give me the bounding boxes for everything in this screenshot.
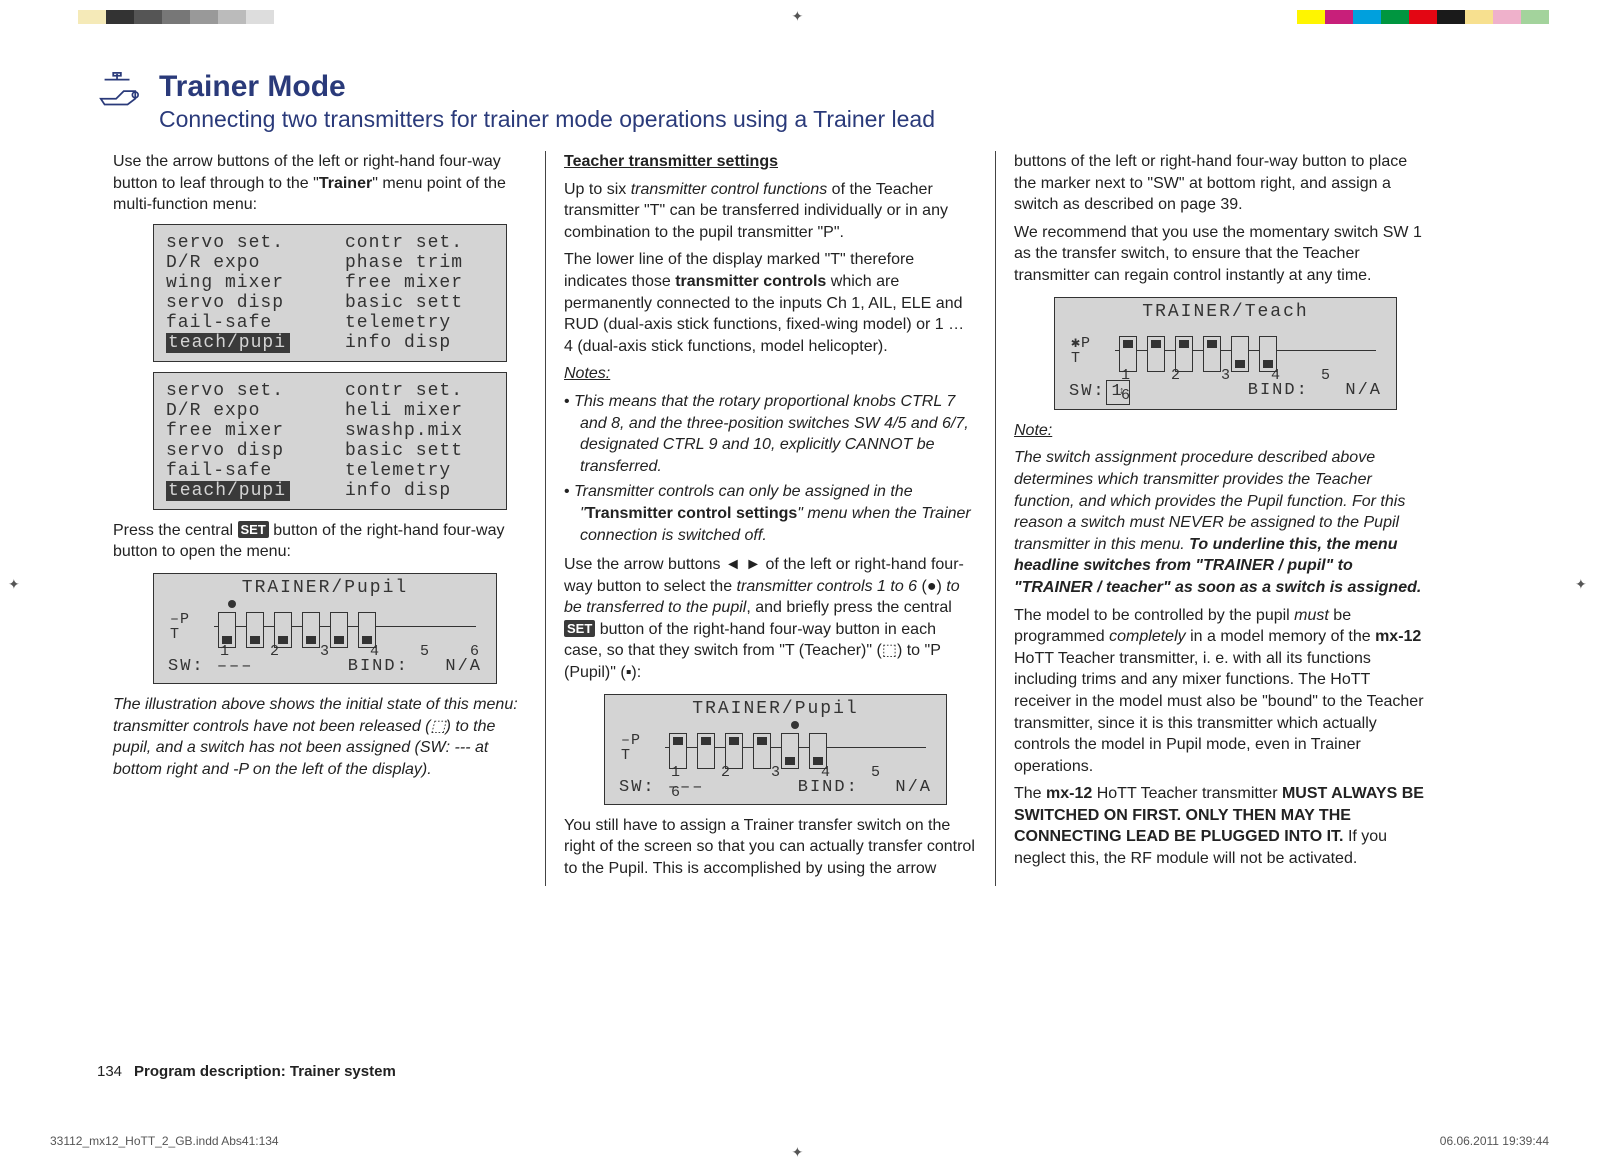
lcd-screenshot-pupil-switched: TRAINER/Pupil –P T 1 2 3 4 5 6 SW: ––– B… — [604, 694, 947, 805]
menu-item: servo disp — [166, 441, 315, 461]
color-bar-left — [50, 10, 302, 24]
color-bar-right — [1297, 10, 1549, 24]
menu-item: basic sett — [345, 441, 494, 461]
menu-item: contr set. — [345, 381, 494, 401]
menu-item-highlighted: teach/pupi — [166, 333, 290, 353]
page-subtitle: Connecting two transmitters for trainer … — [159, 106, 935, 133]
menu-item: D/R expo — [166, 253, 315, 273]
notes-list: This means that the rotary proportional … — [564, 391, 977, 546]
menu-item: servo set. — [166, 381, 315, 401]
color-swatch — [1297, 10, 1325, 24]
color-swatch — [162, 10, 190, 24]
color-swatch — [134, 10, 162, 24]
color-swatch — [50, 10, 78, 24]
col3-p3: The mx-12 HoTT Teacher transmitter MUST … — [1014, 783, 1427, 869]
color-swatch — [1409, 10, 1437, 24]
lcd-screenshot-pupil-initial: TRAINER/Pupil –P T 1 2 3 4 5 6 SW: ––– B… — [153, 573, 497, 684]
initial-state-note: The illustration above shows the initial… — [113, 694, 527, 780]
menu-item: free mixer — [345, 273, 494, 293]
page-title: Trainer Mode — [159, 70, 935, 104]
menu-item: contr set. — [345, 233, 494, 253]
menu-item: teach/pupi — [166, 333, 315, 353]
set-badge-icon: SET — [564, 620, 595, 638]
menu-item: telemetry — [345, 461, 494, 481]
press-set-text: Press the central SET button of the righ… — [113, 520, 527, 563]
menu-item-highlighted: teach/pupi — [166, 481, 290, 501]
menu-item: fail-safe — [166, 313, 315, 333]
menu-item: servo disp — [166, 293, 315, 313]
menu-item: free mixer — [166, 421, 315, 441]
registration-mark-icon: ✦ — [8, 576, 24, 592]
registration-mark-icon: ✦ — [792, 8, 808, 24]
color-swatch — [218, 10, 246, 24]
menu-item: basic sett — [345, 293, 494, 313]
registration-mark-icon: ✦ — [1575, 576, 1591, 592]
notes-heading: Notes: — [564, 365, 610, 382]
menu-item: heli mixer — [345, 401, 494, 421]
model-type-icon — [95, 70, 141, 121]
use-arrows-text: Use the arrow buttons ◄ ► of the left or… — [564, 554, 977, 684]
color-swatch — [190, 10, 218, 24]
col3-p1: We recommend that you use the momentary … — [1014, 222, 1427, 287]
teacher-p1: Up to six transmitter control functions … — [564, 179, 977, 244]
switch-assigned-box: 1↕ — [1106, 380, 1130, 405]
color-swatch — [106, 10, 134, 24]
page-content: Trainer Mode Connecting two transmitters… — [85, 60, 1515, 1080]
color-swatch — [1325, 10, 1353, 24]
col3-p0: buttons of the left or right-hand four-w… — [1014, 151, 1427, 216]
color-swatch — [78, 10, 106, 24]
column-3: buttons of the left or right-hand four-w… — [995, 151, 1445, 886]
color-swatch — [1381, 10, 1409, 24]
color-swatch — [1353, 10, 1381, 24]
menu-item: servo set. — [166, 233, 315, 253]
color-swatch — [1521, 10, 1549, 24]
menu-item: teach/pupi — [166, 481, 315, 501]
menu-screenshot-1: servo set.D/R expowing mixerservo dispfa… — [153, 224, 507, 362]
menu-item: swashp.mix — [345, 421, 494, 441]
note-text: The switch assignment procedure describe… — [1014, 447, 1427, 598]
teacher-settings-heading: Teacher transmitter settings — [564, 153, 778, 170]
cursor-dot-icon — [228, 600, 236, 608]
menu-screenshot-2: servo set.D/R expofree mixerservo dispfa… — [153, 372, 507, 510]
menu-item: telemetry — [345, 313, 494, 333]
menu-item: phase trim — [345, 253, 494, 273]
cursor-dot-icon — [791, 721, 799, 729]
menu-item: D/R expo — [166, 401, 315, 421]
intro-text: Use the arrow buttons of the left or rig… — [113, 151, 527, 216]
color-swatch — [1465, 10, 1493, 24]
menu-item: info disp — [345, 481, 494, 501]
column-2: Teacher transmitter settings Up to six t… — [545, 151, 995, 886]
imposition-footer: 33112_mx12_HoTT_2_GB.indd Abs41:134 06.0… — [50, 1134, 1549, 1148]
note-heading: Note: — [1014, 422, 1052, 439]
color-swatch — [274, 10, 302, 24]
color-swatch — [246, 10, 274, 24]
col3-p2: The model to be controlled by the pupil … — [1014, 605, 1427, 778]
menu-item: info disp — [345, 333, 494, 353]
teacher-p2: The lower line of the display marked "T"… — [564, 249, 977, 357]
set-badge-icon: SET — [238, 521, 269, 539]
lcd-screenshot-teach: TRAINER/Teach ✱P T 1 2 3 4 5 6 SW:1↕ BIN… — [1054, 297, 1397, 410]
menu-item: wing mixer — [166, 273, 315, 293]
assign-switch-text: You still have to assign a Trainer trans… — [564, 815, 977, 880]
list-item: Transmitter controls can only be assigne… — [564, 481, 977, 546]
color-swatch — [1437, 10, 1465, 24]
page-header: Trainer Mode Connecting two transmitters… — [95, 70, 1505, 133]
switch-arrow-icon: ↕ — [1119, 386, 1127, 400]
list-item: This means that the rotary proportional … — [564, 391, 977, 477]
page-footer: 134Program description: Trainer system — [97, 1063, 396, 1080]
column-1: Use the arrow buttons of the left or rig… — [95, 151, 545, 886]
menu-item: fail-safe — [166, 461, 315, 481]
color-swatch — [1493, 10, 1521, 24]
